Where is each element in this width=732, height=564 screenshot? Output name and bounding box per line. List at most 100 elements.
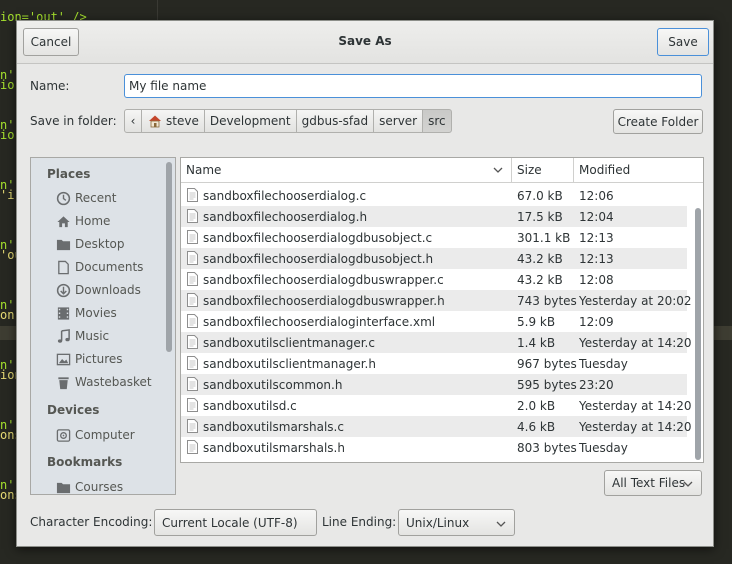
places-sidebar: Places Recent Home Desktop Documents Downloa… (30, 157, 176, 495)
music-note-icon (55, 328, 71, 344)
save-button[interactable]: Save (657, 28, 709, 56)
path-segment-development[interactable]: Development (203, 109, 297, 133)
sidebar-item-label: Music (75, 329, 110, 343)
sidebar-item-desktop[interactable]: Desktop (55, 234, 125, 254)
file-icon (187, 440, 198, 454)
file-size-cell: 5.9 kB (517, 314, 556, 329)
table-row[interactable]: sandboxutilsd.c 2.0 kB Yesterday at 14:20 (181, 395, 692, 416)
film-icon (55, 305, 71, 321)
file-name-cell: sandboxfilechooserdialog.c (203, 188, 367, 203)
path-segment-label: steve (166, 114, 199, 128)
column-header-name[interactable]: Name (181, 158, 512, 182)
sidebar-item-label: Recent (75, 191, 117, 205)
file-modified-cell: 23:20 (579, 377, 614, 392)
path-segment-server[interactable]: server (373, 109, 424, 133)
file-type-filter-combo[interactable]: All Text Files (604, 470, 702, 496)
table-row[interactable]: sandboxutilsclientmanager.c 1.4 kB Yesterd… (181, 332, 692, 353)
file-icon (187, 314, 198, 328)
path-segment-steve[interactable]: steve (141, 109, 205, 133)
table-row[interactable]: sandboxfilechooserdialogdbuswrapper.h 743… (181, 290, 692, 311)
file-icon (187, 419, 198, 433)
picture-icon (55, 351, 71, 367)
sidebar-item-computer[interactable]: Computer (55, 425, 135, 445)
document-icon (55, 259, 71, 275)
file-list-header: Name Size Modified (181, 158, 703, 183)
line-ending-combo[interactable]: Unix/Linux (398, 509, 515, 536)
file-name-cell: sandboxutilsmarshals.h (203, 440, 345, 455)
chevron-down-icon (496, 518, 506, 532)
save-in-folder-label: Save in folder: (30, 114, 117, 128)
file-icon (187, 398, 198, 412)
table-row[interactable]: sandboxutilsclientmanager.h 967 bytes Tues… (181, 353, 687, 374)
file-list-scrollbar[interactable] (694, 208, 702, 460)
file-modified-cell: Tuesday (579, 356, 628, 371)
download-icon (55, 282, 71, 298)
home-icon (147, 113, 163, 129)
sidebar-scrollbar-thumb[interactable] (166, 162, 172, 352)
file-modified-cell: 12:09 (579, 314, 614, 329)
file-list-scrollbar-thumb[interactable] (695, 208, 701, 460)
table-row[interactable]: sandboxfilechooserdialogdbusobject.c 301.… (181, 227, 687, 248)
line-ending-label: Line Ending: (322, 515, 397, 529)
file-modified-cell: Yesterday at 14:20 (579, 335, 692, 350)
sidebar-scrollbar[interactable] (163, 158, 175, 494)
file-icon (187, 230, 198, 244)
table-row[interactable]: sandboxutilscommon.h 595 bytes 23:20 (181, 374, 687, 395)
character-encoding-combo[interactable]: Current Locale (UTF-8) (154, 509, 317, 536)
file-size-cell: 803 bytes (517, 440, 577, 455)
create-folder-button[interactable]: Create Folder (613, 109, 703, 134)
table-row[interactable]: sandboxutilsmarshals.c 4.6 kB Yesterday at… (181, 416, 692, 437)
file-size-cell: 43.2 kB (517, 272, 563, 287)
column-header-size[interactable]: Size (512, 158, 574, 182)
file-size-cell: 967 bytes (517, 356, 577, 371)
line-ending-value: Unix/Linux (406, 515, 470, 530)
sidebar-item-home[interactable]: Home (55, 211, 110, 231)
file-icon (187, 293, 198, 307)
sidebar-item-courses[interactable]: Courses (55, 477, 123, 494)
file-name-input[interactable] (124, 74, 702, 98)
sidebar-item-label: Downloads (75, 283, 141, 297)
file-modified-cell: Yesterday at 14:20 (579, 419, 692, 434)
table-row[interactable]: sandboxfilechooserdialogdbuswrapper.c 43.… (181, 269, 687, 290)
path-segment-gdbus-sfad[interactable]: gdbus-sfad (295, 109, 375, 133)
path-back-button[interactable]: ‹ (124, 109, 142, 133)
column-header-modified[interactable]: Modified (574, 158, 703, 182)
file-modified-cell: 12:04 (579, 209, 614, 224)
folder-icon (55, 236, 71, 252)
sidebar-item-movies[interactable]: Movies (55, 303, 117, 323)
table-row[interactable]: sandboxfilechooserdialoginterface.xml 5.9… (181, 311, 687, 332)
file-name-cell: sandboxfilechooserdialogdbusobject.h (203, 251, 434, 266)
editor-code-line: 'i (0, 188, 15, 202)
table-row[interactable]: sandboxfilechooserdialogdbusobject.h 43.2… (181, 248, 687, 269)
table-row[interactable]: sandboxutilsmarshals.h 803 bytes Tuesday (181, 437, 687, 458)
file-modified-cell: 12:08 (579, 272, 614, 287)
sidebar-item-recent[interactable]: Recent (55, 188, 116, 208)
file-modified-cell: 12:13 (579, 251, 614, 266)
path-segment-src[interactable]: src (422, 109, 452, 133)
sidebar-item-music[interactable]: Music (55, 326, 109, 346)
sidebar-item-pictures[interactable]: Pictures (55, 349, 123, 369)
trash-icon (55, 374, 71, 390)
sidebar-item-label: Documents (75, 260, 144, 274)
table-row[interactable]: sandboxfilechooserdialog.c 67.0 kB 12:06 (181, 185, 687, 206)
file-name-cell: sandboxutilscommon.h (203, 377, 343, 392)
sidebar-item-wastebasket[interactable]: Wastebasket (55, 372, 152, 392)
file-size-cell: 4.6 kB (517, 419, 556, 434)
clock-icon (55, 190, 71, 206)
file-modified-cell: Tuesday (579, 440, 628, 455)
editor-code-line: io (0, 128, 15, 142)
home-icon (55, 213, 71, 229)
sidebar-item-documents[interactable]: Documents (55, 257, 143, 277)
chevron-down-icon (683, 478, 693, 492)
sidebar-item-downloads[interactable]: Downloads (55, 280, 141, 300)
file-name-cell: sandboxfilechooserdialogdbuswrapper.c (203, 272, 444, 287)
file-size-cell: 1.4 kB (517, 335, 556, 350)
file-size-cell: 2.0 kB (517, 398, 556, 413)
sidebar-item-label: Home (75, 214, 111, 228)
file-icon (187, 272, 198, 286)
table-row[interactable]: sandboxfilechooserdialog.h 17.5 kB 12:04 (181, 206, 687, 227)
file-size-cell: 67.0 kB (517, 188, 563, 203)
name-label: Name: (30, 79, 70, 93)
drive-icon (55, 427, 71, 443)
file-size-cell: 43.2 kB (517, 251, 563, 266)
